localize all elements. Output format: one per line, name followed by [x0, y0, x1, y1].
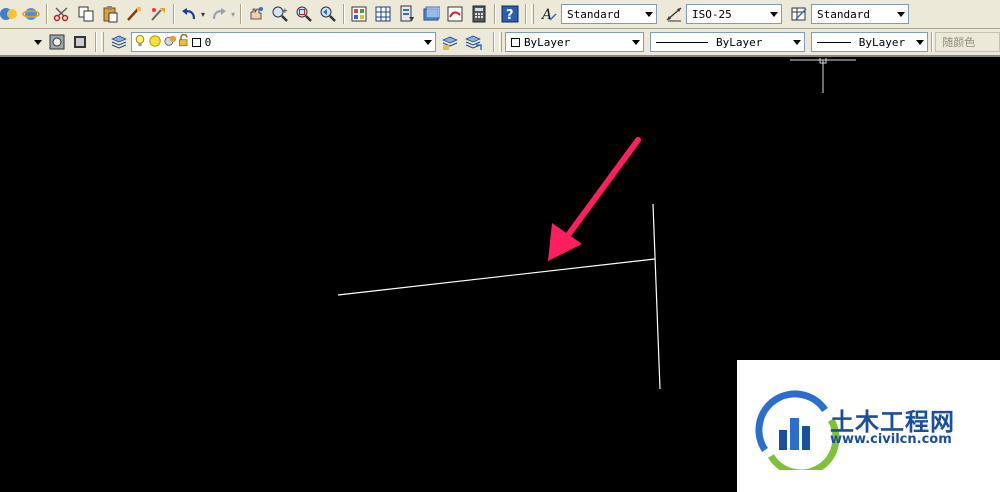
make-current-icon[interactable] [439, 31, 461, 53]
sloped-line[interactable] [337, 258, 656, 296]
bulb-icon [134, 34, 148, 51]
copy-icon[interactable] [75, 3, 97, 25]
svg-text:A: A [540, 7, 552, 23]
zoom-previous-icon[interactable] [317, 3, 339, 25]
undo-dropdown-icon[interactable]: ▾ [201, 10, 207, 19]
text-style-icon[interactable]: A [538, 3, 560, 25]
toolbar-grip[interactable] [101, 32, 105, 52]
separator [95, 32, 97, 52]
sun-icon [148, 34, 164, 51]
linetype-sample [656, 41, 708, 43]
paste-icon[interactable] [99, 3, 121, 25]
separator [494, 4, 495, 24]
vertical-line[interactable] [652, 203, 661, 390]
separator [931, 32, 933, 52]
watermark-url: www.civilcn.com [830, 432, 952, 447]
table-style-value: Standard [817, 7, 870, 21]
orbit-icon[interactable] [20, 3, 42, 25]
color-select[interactable]: ByLayer [504, 32, 644, 52]
design-center-icon[interactable] [372, 3, 394, 25]
chevron-down-icon[interactable] [629, 33, 643, 51]
toolbar-lock-icon[interactable] [70, 31, 92, 53]
color-swatch [510, 37, 520, 47]
dim-style-icon[interactable] [663, 3, 685, 25]
crosshair-cursor [790, 58, 856, 93]
workspace-settings-icon[interactable] [46, 31, 68, 53]
annotation-arrow [548, 137, 641, 261]
separator [173, 4, 174, 24]
standard-toolbar: ▾ ▾ + ? A Standard ISO-25 Standard [0, 0, 1000, 29]
sheet-set-icon[interactable] [420, 3, 442, 25]
layer-dropdown-icon[interactable] [108, 31, 130, 53]
layer-name: 0 [204, 35, 212, 49]
calculator-icon[interactable] [468, 3, 490, 25]
chevron-down-icon[interactable] [894, 5, 908, 23]
chevron-down-icon[interactable] [421, 33, 435, 51]
separator [240, 4, 241, 24]
cut-icon[interactable] [51, 3, 73, 25]
zoom-window-icon[interactable] [293, 3, 315, 25]
match-properties-icon[interactable] [123, 3, 145, 25]
plot-style-select: 随颜色 [935, 32, 1000, 52]
toolbar-grip[interactable] [498, 32, 502, 52]
table-style-icon[interactable] [788, 3, 810, 25]
zoom-realtime-icon[interactable]: + [269, 3, 291, 25]
layer-select[interactable]: 0 [130, 32, 436, 52]
layer-previous-icon[interactable] [462, 31, 484, 53]
help-icon[interactable]: ? [499, 3, 521, 25]
chevron-down-icon[interactable] [913, 33, 927, 51]
undo-icon[interactable] [178, 3, 200, 25]
table-style-select[interactable]: Standard [811, 4, 909, 24]
linetype-value: ByLayer [716, 35, 763, 49]
redo-icon[interactable] [208, 3, 230, 25]
svg-text:+: + [282, 7, 288, 15]
lock-icon [178, 33, 192, 50]
properties-icon[interactable] [348, 3, 370, 25]
toolbar-grip[interactable] [531, 4, 534, 24]
markup-icon[interactable] [444, 3, 466, 25]
color-value: ByLayer [523, 35, 571, 49]
chevron-down-icon[interactable] [790, 33, 804, 51]
separator [492, 32, 494, 52]
chevron-down-icon[interactable] [767, 5, 781, 23]
workspace-select[interactable] [0, 32, 46, 52]
dim-style-select[interactable]: ISO-25 [686, 4, 782, 24]
lineweight-sample [816, 41, 851, 43]
layer-color-swatch [191, 37, 201, 47]
separator [46, 4, 47, 24]
separator [525, 4, 526, 24]
freeze-icon [164, 34, 178, 50]
chevron-down-icon[interactable] [31, 33, 45, 51]
lineweight-select[interactable]: ByLayer [810, 32, 929, 52]
redo-dropdown-icon[interactable]: ▾ [231, 10, 237, 19]
separator [343, 4, 344, 24]
text-style-select[interactable]: Standard [561, 4, 657, 24]
tool-palettes-icon[interactable] [396, 3, 418, 25]
lineweight-value: ByLayer [858, 35, 906, 49]
brush-icon[interactable] [147, 3, 169, 25]
text-style-value: Standard [567, 7, 620, 21]
layers-properties-toolbar: 0 ByLayer ByLayer ByLayer 随颜色 [0, 29, 1000, 57]
pan-realtime-icon[interactable] [245, 3, 267, 25]
linetype-select[interactable]: ByLayer [650, 32, 805, 52]
svg-text:?: ? [506, 8, 514, 23]
plot-style-value: 随颜色 [942, 36, 976, 49]
dim-style-value: ISO-25 [692, 7, 732, 21]
chevron-down-icon[interactable] [642, 5, 656, 23]
watermark-logo: 土木工程网 www.civilcn.com [737, 360, 1000, 492]
pan-icon[interactable] [0, 3, 18, 25]
